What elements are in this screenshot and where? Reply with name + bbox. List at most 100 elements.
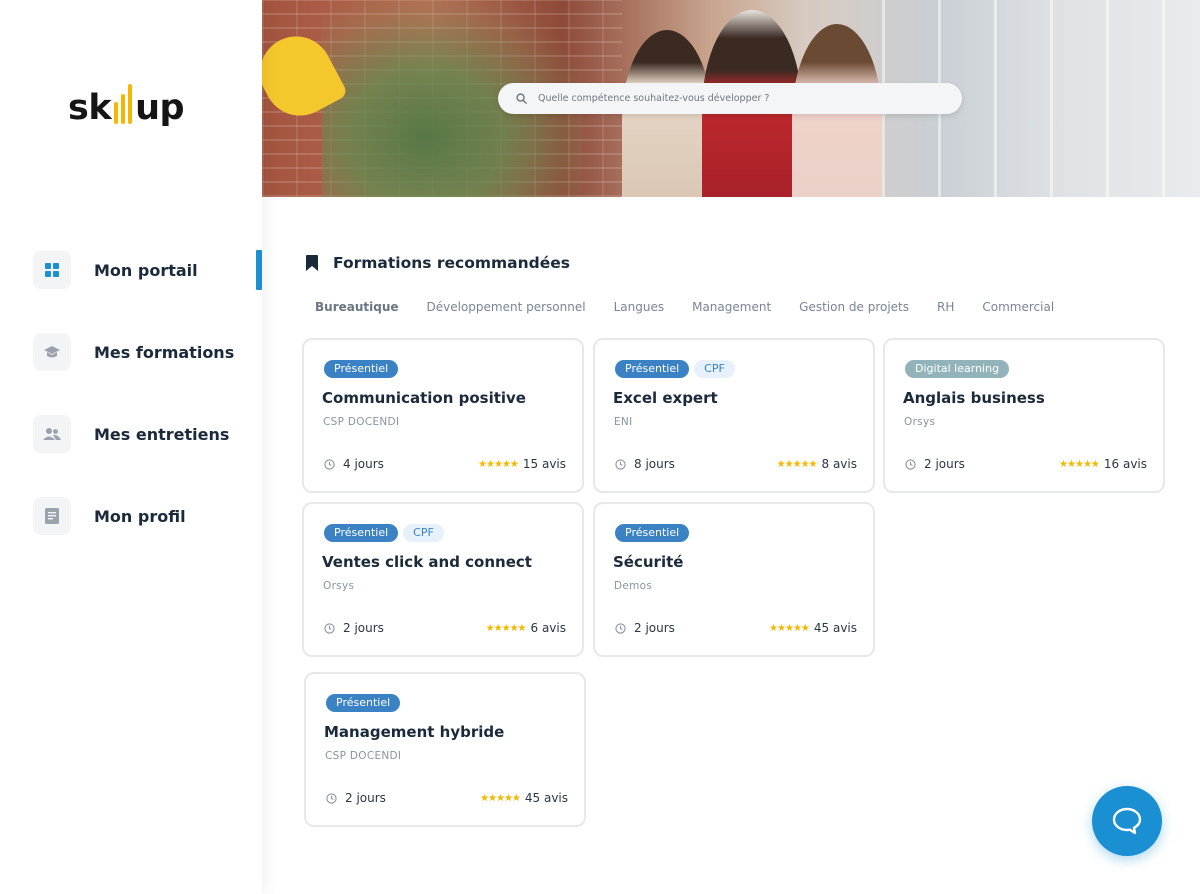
card-title: Communication positive bbox=[322, 389, 526, 407]
tag-presentiel: Présentiel bbox=[615, 524, 690, 542]
card-title: Management hybride bbox=[324, 723, 505, 741]
grid-icon bbox=[33, 251, 71, 289]
card-provider: Orsys bbox=[323, 580, 355, 592]
star-rating-icon: ★★★★★ bbox=[1059, 458, 1100, 470]
tab-developpement-personnel[interactable]: Développement personnel bbox=[427, 300, 586, 314]
card-rating: ★★★★★ 15 avis bbox=[478, 457, 566, 471]
review-count: 45 avis bbox=[524, 791, 568, 805]
card-title: Excel expert bbox=[613, 389, 718, 407]
duration-text: 2 jours bbox=[924, 457, 965, 471]
course-card[interactable]: Présentiel Management hybride CSP DOCEND… bbox=[304, 672, 586, 827]
review-count: 6 avis bbox=[530, 621, 567, 635]
sidebar-item-mon-portail[interactable]: Mon portail bbox=[0, 248, 262, 292]
card-rating: ★★★★★ 8 avis bbox=[777, 457, 857, 471]
card-provider: ENI bbox=[614, 416, 633, 428]
tab-langues[interactable]: Langues bbox=[614, 300, 665, 314]
card-tags: Présentiel CPF bbox=[615, 360, 740, 378]
chat-button[interactable] bbox=[1092, 786, 1162, 856]
card-tags: Présentiel bbox=[615, 524, 694, 542]
logo-text-end: up bbox=[135, 88, 185, 128]
card-duration: 2 jours bbox=[324, 621, 384, 635]
duration-text: 2 jours bbox=[634, 621, 675, 635]
course-card[interactable]: Présentiel Communication positive CSP DO… bbox=[302, 338, 584, 493]
users-icon bbox=[33, 415, 71, 453]
star-rating-icon: ★★★★★ bbox=[776, 458, 818, 470]
sidebar-item-mes-formations[interactable]: Mes formations bbox=[0, 330, 262, 374]
course-card[interactable]: Présentiel Sécurité Demos 2 jours ★★★★★ … bbox=[593, 502, 875, 657]
sidebar-item-label: Mon profil bbox=[94, 506, 186, 526]
duration-text: 4 jours bbox=[343, 457, 384, 471]
search-input[interactable] bbox=[538, 93, 938, 104]
tag-cpf: CPF bbox=[694, 360, 735, 378]
tab-commercial[interactable]: Commercial bbox=[982, 300, 1054, 314]
document-icon bbox=[33, 497, 71, 535]
logo-text-start: sk bbox=[68, 88, 112, 128]
course-card[interactable]: Présentiel CPF Ventes click and connect … bbox=[302, 502, 584, 657]
star-rating-icon: ★★★★★ bbox=[769, 622, 810, 634]
tag-digital-learning: Digital learning bbox=[905, 360, 1010, 378]
tab-rh[interactable]: RH bbox=[937, 300, 954, 314]
sidebar: sk up Mon portail Mes formations Mes ent… bbox=[0, 0, 262, 894]
tag-presentiel: Présentiel bbox=[324, 524, 399, 542]
duration-text: 2 jours bbox=[345, 791, 386, 805]
bookmark-icon bbox=[306, 255, 318, 271]
card-rating: ★★★★★ 6 avis bbox=[486, 621, 566, 635]
card-tags: Présentiel bbox=[324, 360, 403, 378]
card-duration: 8 jours bbox=[615, 457, 675, 471]
sidebar-item-mes-entretiens[interactable]: Mes entretiens bbox=[0, 412, 262, 456]
card-duration: 4 jours bbox=[324, 457, 384, 471]
sidebar-item-label: Mes entretiens bbox=[94, 424, 230, 444]
clock-icon bbox=[615, 458, 626, 470]
star-rating-icon: ★★★★★ bbox=[478, 458, 519, 470]
review-count: 16 avis bbox=[1103, 457, 1147, 471]
star-rating-icon: ★★★★★ bbox=[485, 622, 527, 634]
tag-cpf: CPF bbox=[403, 524, 444, 542]
search-bar[interactable] bbox=[498, 83, 962, 114]
skillup-logo[interactable]: sk up bbox=[68, 76, 185, 128]
graduation-cap-icon bbox=[33, 333, 71, 371]
tab-gestion-de-projets[interactable]: Gestion de projets bbox=[799, 300, 909, 314]
review-count: 15 avis bbox=[522, 457, 566, 471]
sidebar-item-label: Mon portail bbox=[94, 260, 198, 280]
card-duration: 2 jours bbox=[326, 791, 386, 805]
search-icon bbox=[514, 92, 528, 106]
card-title: Anglais business bbox=[903, 389, 1045, 407]
course-card[interactable]: Présentiel CPF Excel expert ENI 8 jours … bbox=[593, 338, 875, 493]
card-provider: Orsys bbox=[904, 416, 936, 428]
card-provider: CSP DOCENDI bbox=[323, 416, 400, 428]
card-duration: 2 jours bbox=[905, 457, 965, 471]
card-tags: Présentiel bbox=[326, 694, 405, 712]
card-tags: Digital learning bbox=[905, 360, 1014, 378]
star-rating-icon: ★★★★★ bbox=[480, 792, 521, 804]
section-title: Formations recommandées bbox=[306, 254, 570, 272]
clock-icon bbox=[324, 622, 335, 634]
tag-presentiel: Présentiel bbox=[615, 360, 690, 378]
card-rating: ★★★★★ 45 avis bbox=[480, 791, 568, 805]
card-rating: ★★★★★ 16 avis bbox=[1059, 457, 1147, 471]
tab-management[interactable]: Management bbox=[692, 300, 771, 314]
sidebar-item-label: Mes formations bbox=[94, 342, 235, 362]
sidebar-nav: Mon portail Mes formations Mes entretien… bbox=[0, 248, 262, 576]
tag-presentiel: Présentiel bbox=[326, 694, 401, 712]
card-tags: Présentiel CPF bbox=[324, 524, 449, 542]
sidebar-item-mon-profil[interactable]: Mon profil bbox=[0, 494, 262, 538]
course-card[interactable]: Digital learning Anglais business Orsys … bbox=[883, 338, 1165, 493]
card-title: Ventes click and connect bbox=[322, 553, 532, 571]
clock-icon bbox=[615, 622, 626, 634]
review-count: 45 avis bbox=[813, 621, 857, 635]
tab-bureautique[interactable]: Bureautique bbox=[315, 300, 399, 314]
card-duration: 2 jours bbox=[615, 621, 675, 635]
duration-text: 2 jours bbox=[343, 621, 384, 635]
card-provider: CSP DOCENDI bbox=[325, 750, 402, 762]
card-rating: ★★★★★ 45 avis bbox=[769, 621, 857, 635]
clock-icon bbox=[905, 458, 916, 470]
clock-icon bbox=[326, 792, 337, 804]
card-title: Sécurité bbox=[613, 553, 684, 571]
tag-presentiel: Présentiel bbox=[324, 360, 399, 378]
review-count: 8 avis bbox=[821, 457, 858, 471]
chat-bubble-icon bbox=[1112, 807, 1142, 835]
card-provider: Demos bbox=[614, 580, 653, 592]
category-tabs: Bureautique Développement personnel Lang… bbox=[315, 300, 1082, 314]
duration-text: 8 jours bbox=[634, 457, 675, 471]
section-title-text: Formations recommandées bbox=[333, 254, 571, 272]
